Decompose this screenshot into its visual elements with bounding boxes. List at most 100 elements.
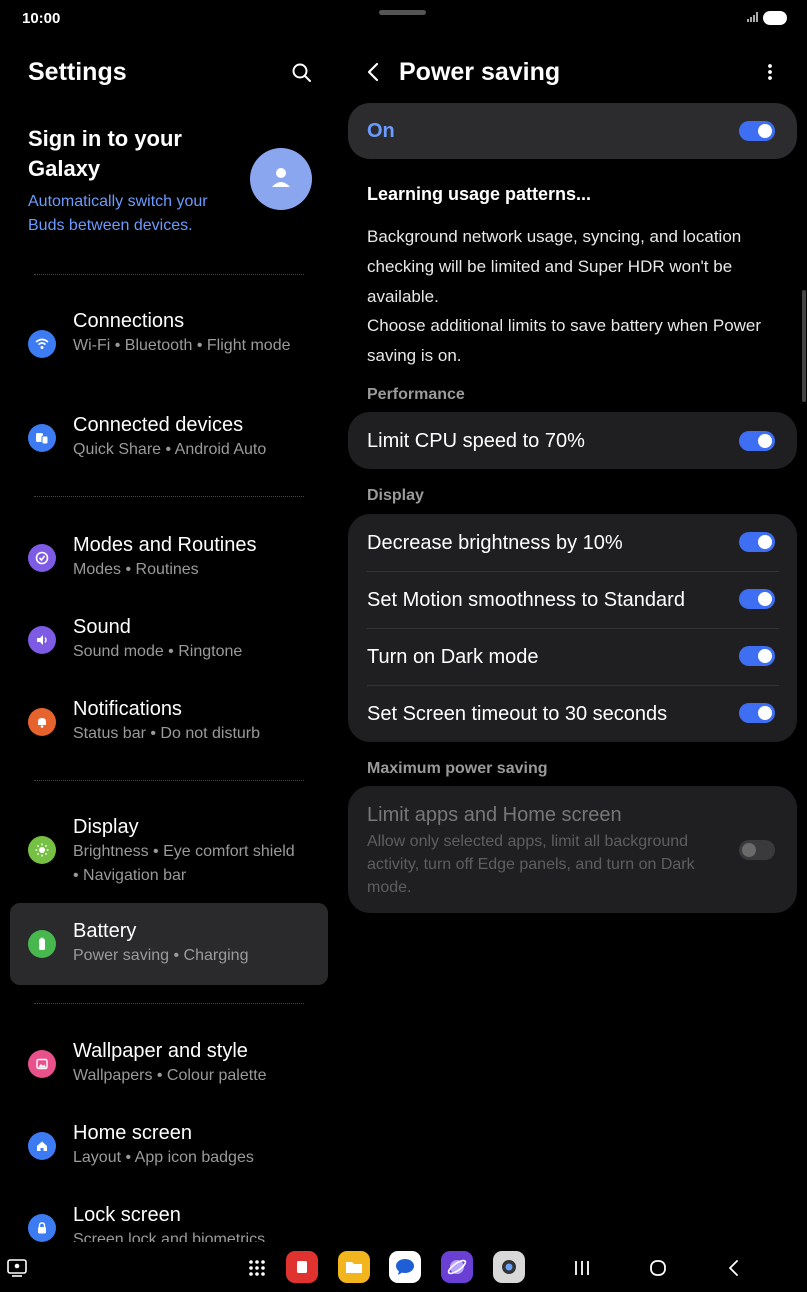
dark-mode-toggle[interactable] [739, 646, 775, 666]
account-title: Sign in to your Galaxy [28, 126, 182, 181]
sidebar-item-lock-screen[interactable]: Lock screen Screen lock and biometrics [10, 1198, 328, 1242]
folder-app-icon[interactable] [338, 1251, 370, 1283]
timeout-toggle[interactable] [739, 703, 775, 723]
divider [34, 496, 304, 497]
max-power-saving-title: Limit apps and Home screen [367, 804, 622, 826]
max-power-saving-description: Allow only selected apps, limit all back… [367, 833, 695, 896]
wifi-icon [28, 330, 56, 358]
app-drawer-icon[interactable] [244, 1255, 270, 1281]
sidebar-item-label: Home screen [73, 1122, 192, 1144]
display-options-card: Decrease brightness by 10% Set Motion sm… [348, 514, 797, 742]
dark-mode-label: Turn on Dark mode [367, 646, 539, 668]
dark-mode-row[interactable]: Turn on Dark mode [348, 628, 797, 685]
brightness-row[interactable]: Decrease brightness by 10% [348, 514, 797, 571]
detail-title: Power saving [399, 58, 561, 86]
sidebar-item-modes-routines[interactable]: Modes and Routines Modes • Routines [10, 528, 328, 588]
section-performance: Performance [367, 386, 465, 403]
sidebar-item-wallpaper[interactable]: Wallpaper and style Wallpapers • Colour … [10, 1034, 328, 1094]
more-options-icon[interactable] [762, 60, 778, 84]
divider [34, 780, 304, 781]
sidebar-item-sub: Wi-Fi • Bluetooth • Flight mode [73, 337, 291, 354]
sidebar-item-home-screen[interactable]: Home screen Layout • App icon badges [10, 1116, 328, 1176]
sidebar-item-sub: Power saving • Charging [73, 947, 249, 964]
divider [34, 274, 304, 275]
divider [34, 1003, 304, 1004]
sidebar-item-sub: Sound mode • Ringtone [73, 643, 243, 660]
sidebar-item-sound[interactable]: Sound Sound mode • Ringtone [10, 610, 328, 670]
status-time: 10:00 [22, 10, 61, 27]
home-icon [28, 1132, 56, 1160]
notes-app-icon[interactable] [286, 1251, 318, 1283]
sidebar-item-label: Lock screen [73, 1204, 181, 1226]
sidebar-item-sub: Brightness • Eye comfort shield • Naviga… [73, 843, 295, 884]
master-switch-row[interactable]: On [348, 103, 797, 159]
browser-app-icon[interactable] [441, 1251, 473, 1283]
status-bar: 10:00 [0, 0, 807, 36]
wallpaper-icon [28, 1050, 56, 1078]
timeout-row[interactable]: Set Screen timeout to 30 seconds [348, 685, 797, 742]
search-icon[interactable] [290, 61, 314, 85]
master-toggle[interactable] [739, 121, 775, 141]
settings-list-pane: Settings Sign in to your Galaxy Automati… [0, 36, 338, 1242]
sidebar-item-connections[interactable]: Connections Wi-Fi • Bluetooth • Flight m… [10, 304, 328, 384]
device-screen: 10:00 Settings Sign in to your Galaxy Au… [0, 0, 807, 1292]
sidebar-item-connected-devices[interactable]: Connected devices Quick Share • Android … [10, 408, 328, 468]
person-icon [272, 168, 290, 187]
lock-icon [28, 1214, 56, 1242]
cpu-toggle[interactable] [739, 431, 775, 451]
recents-icon[interactable] [570, 1255, 594, 1281]
section-display: Display [367, 487, 424, 504]
battery-status-icon [763, 11, 787, 25]
brightness-toggle[interactable] [739, 532, 775, 552]
timeout-label: Set Screen timeout to 30 seconds [367, 703, 668, 725]
back-button-icon[interactable] [722, 1255, 746, 1281]
scrollbar[interactable] [802, 290, 806, 402]
sidebar-item-sub: Quick Share • Android Auto [73, 441, 267, 458]
sidebar-item-label: Connected devices [73, 414, 244, 436]
sidebar-item-label: Display [73, 816, 139, 838]
cpu-label: Limit CPU speed to 70% [367, 430, 585, 452]
sidebar-item-notifications[interactable]: Notifications Status bar • Do not distur… [10, 692, 328, 752]
speaker-icon [28, 626, 56, 654]
back-arrow-icon[interactable] [364, 60, 384, 84]
sidebar-item-label: Connections [73, 310, 185, 332]
sidebar-item-battery[interactable]: Battery Power saving • Charging [10, 903, 328, 985]
modes-icon [28, 544, 56, 572]
account-card[interactable]: Sign in to your Galaxy Automatically swi… [28, 124, 318, 238]
sidebar-item-sub: Screen lock and biometrics [73, 1231, 266, 1242]
motion-row[interactable]: Set Motion smoothness to Standard [348, 571, 797, 628]
cpu-row[interactable]: Limit CPU speed to 70% [348, 412, 797, 469]
page-title: Settings [28, 58, 127, 86]
brightness-label: Decrease brightness by 10% [367, 532, 623, 554]
taskbar [0, 1242, 807, 1292]
drag-handle [379, 10, 426, 15]
motion-toggle[interactable] [739, 589, 775, 609]
messages-app-icon[interactable] [389, 1251, 421, 1283]
bell-icon [28, 708, 56, 736]
sidebar-item-display[interactable]: Display Brightness • Eye comfort shield … [10, 810, 328, 890]
home-button-icon[interactable] [646, 1255, 670, 1281]
sidebar-item-sub: Status bar • Do not disturb [73, 725, 261, 742]
sidebar-item-sub: Layout • App icon badges [73, 1149, 254, 1166]
sidebar-item-label: Notifications [73, 698, 182, 720]
info-body: Background network usage, syncing, and l… [367, 227, 742, 306]
sun-icon [28, 836, 56, 864]
screenshot-icon[interactable] [4, 1255, 30, 1281]
sidebar-item-label: Battery [73, 920, 137, 942]
account-subtitle: Automatically switch your Buds between d… [28, 193, 208, 234]
avatar[interactable] [250, 148, 312, 210]
camera-app-icon[interactable] [493, 1251, 525, 1283]
sidebar-item-label: Wallpaper and style [73, 1040, 248, 1062]
motion-label: Set Motion smoothness to Standard [367, 589, 685, 611]
master-switch-label: On [367, 120, 395, 142]
max-power-saving-row[interactable]: Limit apps and Home screen Allow only se… [348, 786, 797, 913]
sidebar-item-sub: Wallpapers • Colour palette [73, 1067, 267, 1084]
max-power-saving-toggle[interactable] [739, 840, 775, 860]
section-max-power-saving: Maximum power saving [367, 760, 548, 777]
info-heading: Learning usage patterns... [367, 184, 592, 204]
sidebar-item-sub: Modes • Routines [73, 561, 199, 578]
devices-icon [28, 424, 56, 452]
signal-icon [747, 12, 758, 22]
info-body-2: Choose additional limits to save battery… [367, 316, 762, 365]
power-saving-pane: Power saving On Learning usage patterns.… [338, 36, 807, 1242]
